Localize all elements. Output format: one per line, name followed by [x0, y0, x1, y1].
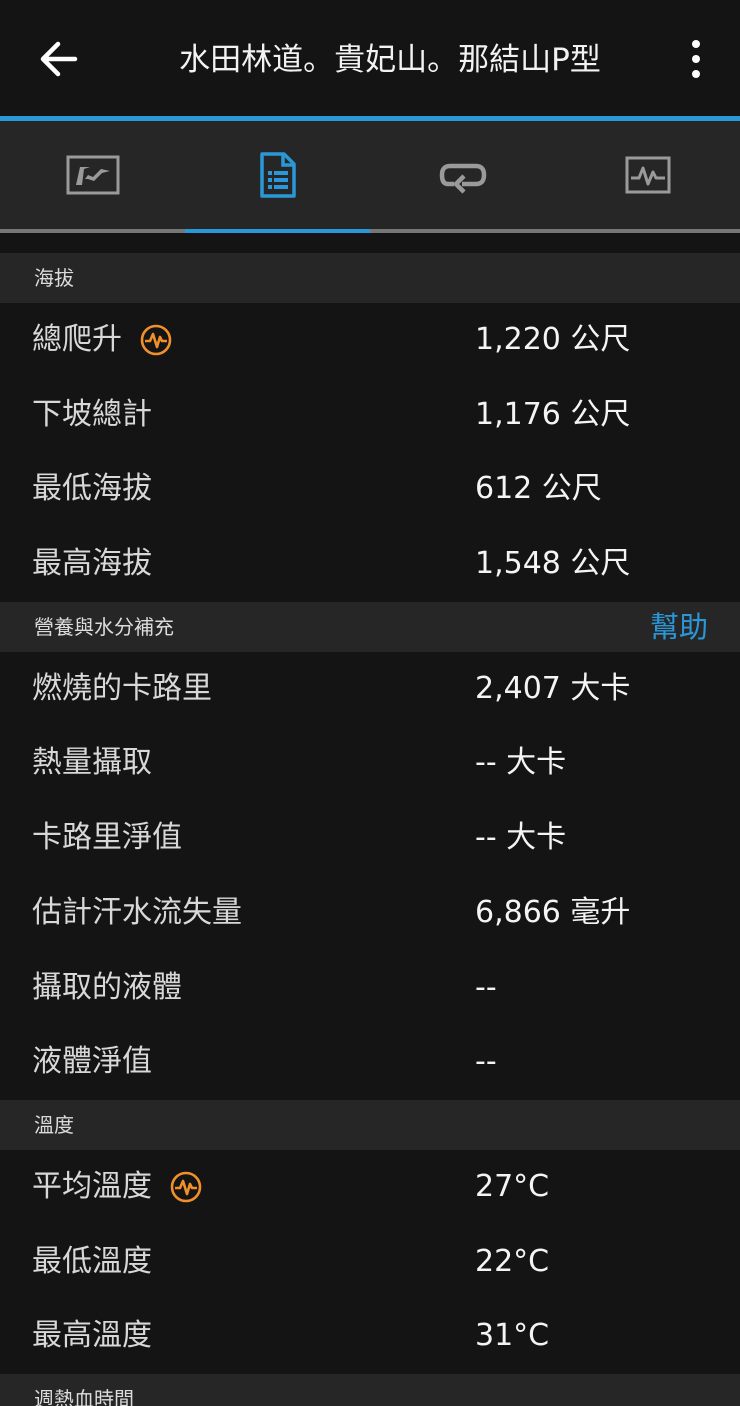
stat-label: 下坡總計: [32, 396, 152, 432]
stat-value: 6,866 毫升: [475, 894, 631, 930]
stat-value: -- 大卡: [475, 820, 567, 856]
more-options-button[interactable]: [676, 34, 716, 84]
stat-value: 1,176 公尺: [475, 396, 631, 432]
section-header-nutrition: 營養與水分補充 幫助: [0, 601, 740, 652]
stat-value: --: [475, 1044, 497, 1080]
stat-row-net-calories[interactable]: 卡路里淨值 -- 大卡: [0, 801, 740, 876]
stat-value: -- 大卡: [475, 745, 567, 781]
arrow-left-icon: [40, 41, 78, 77]
stat-value: --: [475, 969, 497, 1005]
stat-value: 27°C: [475, 1168, 550, 1204]
stat-value: 2,407 大卡: [475, 670, 631, 706]
stat-label: 液體淨值: [32, 1044, 152, 1080]
section-header-heat: 週熱血時間: [0, 1373, 740, 1406]
page-title: 水田林道。貴妃山。那結山P型: [179, 42, 601, 78]
stat-row-sweat-loss[interactable]: 估計汗水流失量 6,866 毫升: [0, 875, 740, 951]
section-header-elevation: 海拔: [0, 253, 740, 303]
stat-row-avg-temperature[interactable]: 平均溫度 27°C: [0, 1149, 740, 1225]
stat-value: 1,548 公尺: [475, 546, 631, 582]
help-link[interactable]: 幫助: [650, 602, 708, 652]
section-title: 溫度: [34, 1112, 74, 1137]
stat-label: 攝取的液體: [32, 969, 182, 1005]
stat-row-max-temperature[interactable]: 最高溫度 31°C: [0, 1299, 740, 1374]
stat-value: 31°C: [475, 1318, 550, 1354]
stat-row-fluid-intake[interactable]: 攝取的液體 --: [0, 950, 740, 1026]
pulse-badge-icon[interactable]: [170, 1171, 202, 1203]
stat-row-min-temperature[interactable]: 最低溫度 22°C: [0, 1224, 740, 1300]
section-title: 營養與水分補充: [34, 614, 174, 639]
stat-label: 熱量攝取: [32, 745, 152, 781]
stat-label: 最高海拔: [32, 546, 152, 582]
stat-label: 最高溫度: [32, 1318, 152, 1354]
tab-stats[interactable]: [185, 121, 370, 229]
tab-bar: [0, 121, 740, 233]
stat-row-min-elevation[interactable]: 最低海拔 612 公尺: [0, 452, 740, 528]
stat-value: 22°C: [475, 1243, 550, 1279]
stats-list: 海拔 總爬升 1,220 公尺 下坡總計 1,176 公尺 最低海拔 612 公…: [0, 233, 740, 1406]
stat-label: 總爬升: [32, 322, 122, 357]
stat-label: 最低海拔: [32, 471, 152, 507]
stat-value: 1,220 公尺: [475, 322, 631, 357]
map-icon: [66, 155, 119, 195]
section-header-temperature: 溫度: [0, 1099, 740, 1150]
more-vertical-icon: [692, 40, 700, 48]
tab-laps[interactable]: [370, 121, 555, 229]
document-list-icon: [259, 152, 296, 198]
stat-row-calorie-intake[interactable]: 熱量攝取 -- 大卡: [0, 726, 740, 802]
section-title: 週熱血時間: [34, 1386, 134, 1406]
back-button[interactable]: [30, 34, 86, 84]
stat-row-total-descent[interactable]: 下坡總計 1,176 公尺: [0, 377, 740, 453]
stat-row-max-elevation[interactable]: 最高海拔 1,548 公尺: [0, 527, 740, 602]
pulse-badge-icon[interactable]: [140, 324, 172, 356]
stat-label: 平均溫度: [32, 1168, 152, 1204]
chart-icon: [625, 156, 670, 194]
section-title: 海拔: [34, 266, 74, 290]
stat-row-calories-burned[interactable]: 燃燒的卡路里 2,407 大卡: [0, 651, 740, 727]
stat-row-total-ascent[interactable]: 總爬升 1,220 公尺: [0, 303, 740, 378]
app-bar: 水田林道。貴妃山。那結山P型: [0, 0, 740, 116]
stat-label: 卡路里淨值: [32, 820, 182, 856]
loop-icon: [439, 163, 486, 194]
tab-charts[interactable]: [555, 121, 740, 229]
stat-label: 最低溫度: [32, 1243, 152, 1279]
stat-label: 燃燒的卡路里: [32, 670, 212, 706]
stat-value: 612 公尺: [475, 471, 602, 507]
tab-map[interactable]: [0, 121, 185, 229]
stat-row-net-fluid[interactable]: 液體淨值 --: [0, 1025, 740, 1100]
stat-label: 估計汗水流失量: [32, 894, 242, 930]
